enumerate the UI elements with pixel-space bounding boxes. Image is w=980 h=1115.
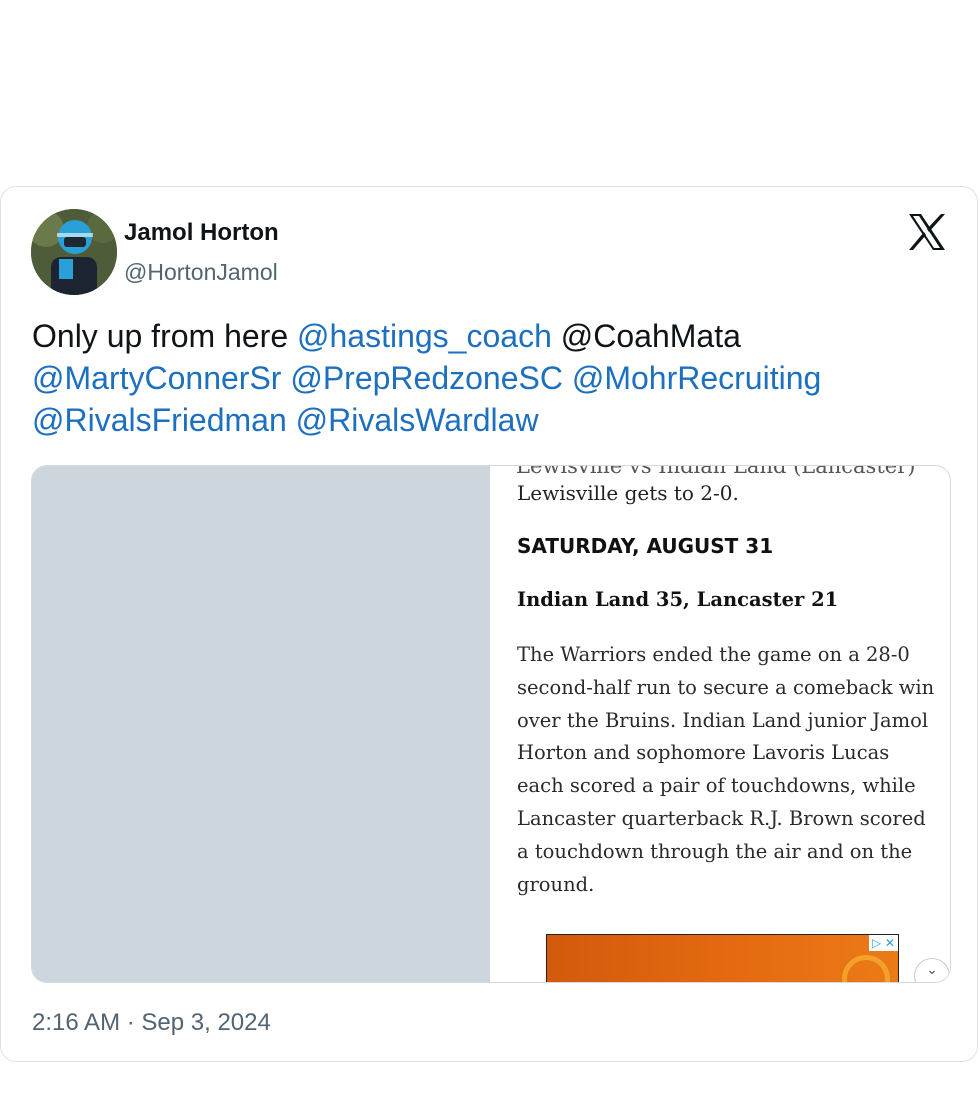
mention-link[interactable]: @hastings_coach [297,318,552,354]
tweet-card[interactable]: Jamol Horton @HortonJamol Only up from h… [0,186,978,1062]
article-heading: SATURDAY, AUGUST 31 [517,534,774,558]
chevron-down-icon[interactable]: ⌄ [914,958,950,982]
display-name[interactable]: Jamol Horton [124,219,279,247]
ad-choices-icon[interactable]: ▷ ✕ [868,935,898,951]
mention-link[interactable]: @RivalsWardlaw [296,402,539,438]
mention-link[interactable]: @MartyConnerSr [32,360,281,396]
ad-banner[interactable]: ▷ ✕ [546,934,899,982]
tweet-media[interactable]: Lewisville vs Indian Land (Lancaster) Le… [31,465,951,983]
article-subheading: Indian Land 35, Lancaster 21 [517,588,839,611]
tweet-text: Only up from here @hastings_coach @CoahM… [32,315,952,441]
x-logo-icon[interactable] [907,213,947,251]
mention-link[interactable]: @MohrRecruiting [572,360,821,396]
article-paragraph: Lewisville gets to 2-0. [517,481,739,505]
article-body: The Warriors ended the game on a 28-0 se… [517,643,935,896]
mention-text: @CoahMata [560,318,741,354]
tweet-text-plain: Only up from here [32,318,289,354]
mention-link[interactable]: @RivalsFriedman [32,402,287,438]
avatar[interactable] [31,209,117,295]
ad-graphic [842,955,890,982]
tweet-timestamp[interactable]: 2:16 AM · Sep 3, 2024 [32,1009,271,1037]
mention-link[interactable]: @PrepRedzoneSC [290,360,563,396]
media-image-placeholder[interactable] [32,466,490,982]
user-handle[interactable]: @HortonJamol [124,259,278,286]
article-cut-line: Lewisville vs Indian Land (Lancaster) [516,465,916,478]
media-article-screenshot[interactable]: Lewisville vs Indian Land (Lancaster) Le… [490,466,950,982]
